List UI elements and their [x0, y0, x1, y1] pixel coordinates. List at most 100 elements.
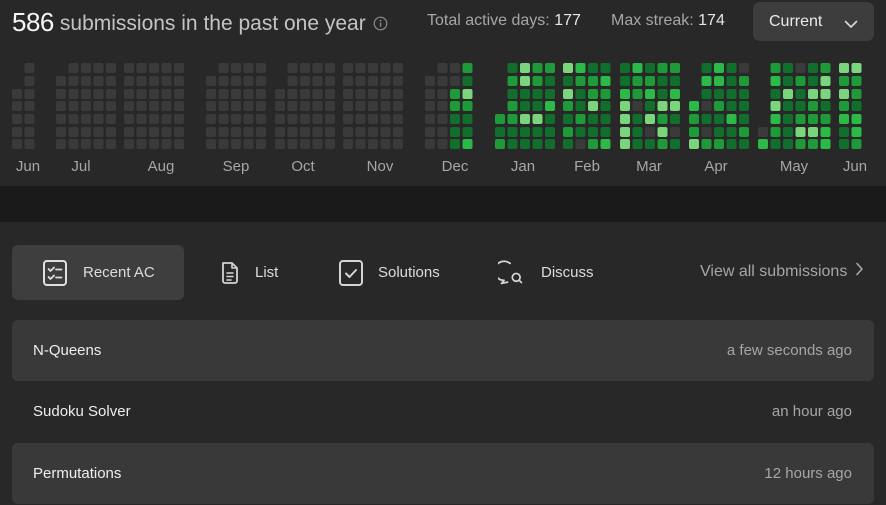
heatmap-day-cell[interactable]: [820, 101, 831, 111]
heatmap-day-cell[interactable]: [425, 114, 435, 124]
heatmap-day-cell[interactable]: [545, 127, 555, 137]
heatmap-day-cell[interactable]: [632, 114, 643, 124]
heatmap-day-cell[interactable]: [243, 127, 254, 137]
heatmap-day-cell[interactable]: [645, 63, 655, 73]
heatmap-day-cell[interactable]: [851, 127, 862, 137]
heatmap-day-cell[interactable]: [393, 127, 403, 137]
heatmap-day-cell[interactable]: [425, 89, 435, 99]
heatmap-day-cell[interactable]: [81, 101, 91, 111]
heatmap-day-cell[interactable]: [620, 127, 630, 137]
heatmap-day-cell[interactable]: [380, 127, 391, 137]
heatmap-day-cell[interactable]: [300, 101, 310, 111]
heatmap-day-cell[interactable]: [450, 76, 460, 86]
heatmap-day-cell[interactable]: [56, 127, 66, 137]
heatmap-day-cell[interactable]: [726, 139, 737, 149]
heatmap-day-cell[interactable]: [670, 127, 680, 137]
heatmap-day-cell[interactable]: [507, 63, 518, 73]
heatmap-day-cell[interactable]: [174, 89, 184, 99]
heatmap-day-cell[interactable]: [437, 101, 448, 111]
heatmap-day-cell[interactable]: [532, 139, 543, 149]
heatmap-day-cell[interactable]: [770, 89, 781, 99]
heatmap-day-cell[interactable]: [81, 127, 91, 137]
heatmap-day-cell[interactable]: [714, 63, 724, 73]
heatmap-day-cell[interactable]: [689, 127, 699, 137]
heatmap-day-cell[interactable]: [393, 101, 403, 111]
heatmap-day-cell[interactable]: [670, 139, 680, 149]
heatmap-day-cell[interactable]: [770, 101, 781, 111]
heatmap-day-cell[interactable]: [355, 101, 366, 111]
heatmap-day-cell[interactable]: [600, 114, 611, 124]
heatmap-day-cell[interactable]: [851, 63, 862, 73]
heatmap-day-cell[interactable]: [632, 139, 643, 149]
tab-list[interactable]: List: [217, 245, 278, 300]
heatmap-day-cell[interactable]: [657, 114, 668, 124]
heatmap-day-cell[interactable]: [56, 76, 66, 86]
heatmap-day-cell[interactable]: [106, 89, 116, 99]
heatmap-day-cell[interactable]: [174, 101, 184, 111]
heatmap-day-cell[interactable]: [520, 127, 530, 137]
heatmap-day-cell[interactable]: [425, 101, 435, 111]
heatmap-day-cell[interactable]: [563, 101, 573, 111]
heatmap-day-cell[interactable]: [243, 76, 254, 86]
heatmap-day-cell[interactable]: [701, 101, 712, 111]
heatmap-day-cell[interactable]: [575, 76, 586, 86]
heatmap-day-cell[interactable]: [24, 89, 35, 99]
heatmap-day-cell[interactable]: [657, 127, 668, 137]
heatmap-day-cell[interactable]: [739, 139, 749, 149]
heatmap-day-cell[interactable]: [532, 63, 543, 73]
heatmap-day-cell[interactable]: [174, 76, 184, 86]
heatmap-day-cell[interactable]: [355, 127, 366, 137]
heatmap-day-cell[interactable]: [758, 127, 768, 137]
heatmap-day-cell[interactable]: [68, 101, 79, 111]
heatmap-day-cell[interactable]: [106, 76, 116, 86]
heatmap-day-cell[interactable]: [106, 127, 116, 137]
heatmap-day-cell[interactable]: [68, 127, 79, 137]
heatmap-day-cell[interactable]: [312, 127, 323, 137]
heatmap-day-cell[interactable]: [532, 89, 543, 99]
heatmap-day-cell[interactable]: [312, 139, 323, 149]
heatmap-day-cell[interactable]: [808, 139, 818, 149]
heatmap-day-cell[interactable]: [218, 89, 229, 99]
heatmap-day-cell[interactable]: [657, 139, 668, 149]
heatmap-day-cell[interactable]: [393, 89, 403, 99]
heatmap-day-cell[interactable]: [174, 63, 184, 73]
heatmap-day-cell[interactable]: [783, 139, 793, 149]
heatmap-day-cell[interactable]: [588, 76, 598, 86]
heatmap-day-cell[interactable]: [462, 139, 473, 149]
heatmap-day-cell[interactable]: [714, 89, 724, 99]
heatmap-day-cell[interactable]: [670, 89, 680, 99]
heatmap-day-cell[interactable]: [620, 114, 630, 124]
heatmap-day-cell[interactable]: [343, 127, 353, 137]
heatmap-day-cell[interactable]: [795, 76, 806, 86]
heatmap-day-cell[interactable]: [450, 89, 460, 99]
heatmap-day-cell[interactable]: [287, 76, 298, 86]
heatmap-day-cell[interactable]: [81, 76, 91, 86]
heatmap-day-cell[interactable]: [495, 139, 505, 149]
heatmap-day-cell[interactable]: [563, 114, 573, 124]
heatmap-day-cell[interactable]: [588, 89, 598, 99]
heatmap-day-cell[interactable]: [600, 101, 611, 111]
heatmap-day-cell[interactable]: [93, 114, 104, 124]
heatmap-day-cell[interactable]: [520, 89, 530, 99]
heatmap-day-cell[interactable]: [343, 114, 353, 124]
heatmap-day-cell[interactable]: [820, 127, 831, 137]
heatmap-day-cell[interactable]: [300, 89, 310, 99]
heatmap-day-cell[interactable]: [243, 101, 254, 111]
heatmap-day-cell[interactable]: [149, 89, 159, 99]
heatmap-day-cell[interactable]: [312, 63, 323, 73]
heatmap-day-cell[interactable]: [714, 101, 724, 111]
heatmap-day-cell[interactable]: [355, 76, 366, 86]
heatmap-day-cell[interactable]: [820, 76, 831, 86]
heatmap-day-cell[interactable]: [136, 101, 147, 111]
heatmap-day-cell[interactable]: [218, 63, 229, 73]
heatmap-day-cell[interactable]: [620, 63, 630, 73]
heatmap-day-cell[interactable]: [24, 63, 35, 73]
heatmap-day-cell[interactable]: [820, 89, 831, 99]
heatmap-day-cell[interactable]: [507, 89, 518, 99]
heatmap-day-cell[interactable]: [136, 139, 147, 149]
heatmap-day-cell[interactable]: [368, 76, 378, 86]
heatmap-day-cell[interactable]: [532, 114, 543, 124]
heatmap-day-cell[interactable]: [174, 127, 184, 137]
heatmap-day-cell[interactable]: [231, 127, 241, 137]
heatmap-day-cell[interactable]: [287, 101, 298, 111]
